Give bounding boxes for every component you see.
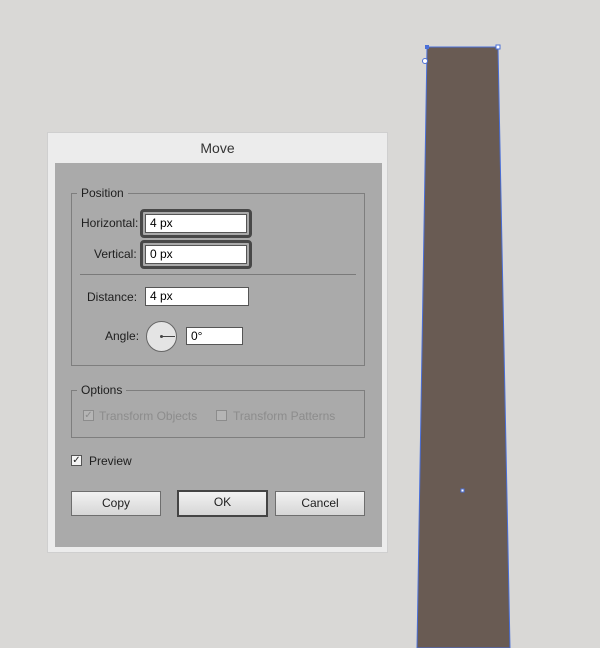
angle-label: Angle: — [105, 329, 140, 343]
horizontal-label: Horizontal: — [81, 216, 139, 230]
angle-dial-center — [160, 335, 163, 338]
ok-button[interactable]: OK — [177, 490, 268, 517]
anchor-point-top-left[interactable] — [425, 45, 429, 49]
preview-label: Preview — [89, 454, 132, 468]
preview-checkbox[interactable]: ✓ — [71, 455, 82, 466]
position-separator — [80, 274, 356, 275]
angle-dial[interactable] — [146, 321, 177, 352]
transform-patterns-label: Transform Patterns — [233, 409, 336, 423]
dialog-title: Move — [200, 140, 235, 156]
reference-point-handle[interactable] — [422, 58, 428, 64]
distance-label: Distance: — [87, 290, 138, 304]
check-icon: ✓ — [84, 410, 93, 421]
position-legend: Position — [81, 186, 124, 200]
transform-objects-label: Transform Objects — [99, 409, 198, 423]
vertical-label: Vertical: — [94, 247, 137, 261]
check-icon: ✓ — [72, 455, 81, 466]
move-dialog: Move Position Horizontal: 4 px Vertical:… — [47, 132, 388, 553]
transform-objects-checkbox[interactable]: ✓ — [83, 410, 94, 421]
transform-patterns-checkbox[interactable] — [216, 410, 227, 421]
center-point[interactable] — [460, 488, 465, 493]
angle-dial-needle — [162, 336, 175, 337]
horizontal-input[interactable]: 4 px — [145, 214, 247, 233]
distance-input[interactable]: 4 px — [145, 287, 249, 306]
anchor-point-top-right[interactable] — [495, 44, 501, 50]
copy-button[interactable]: Copy — [71, 491, 161, 516]
angle-input[interactable]: 0° — [186, 327, 243, 345]
cancel-button[interactable]: Cancel — [275, 491, 365, 516]
vertical-input[interactable]: 0 px — [145, 245, 247, 264]
options-legend: Options — [81, 383, 123, 397]
selected-shape[interactable] — [416, 46, 511, 648]
dialog-body: Position Horizontal: 4 px Vertical: 0 px… — [55, 163, 382, 547]
